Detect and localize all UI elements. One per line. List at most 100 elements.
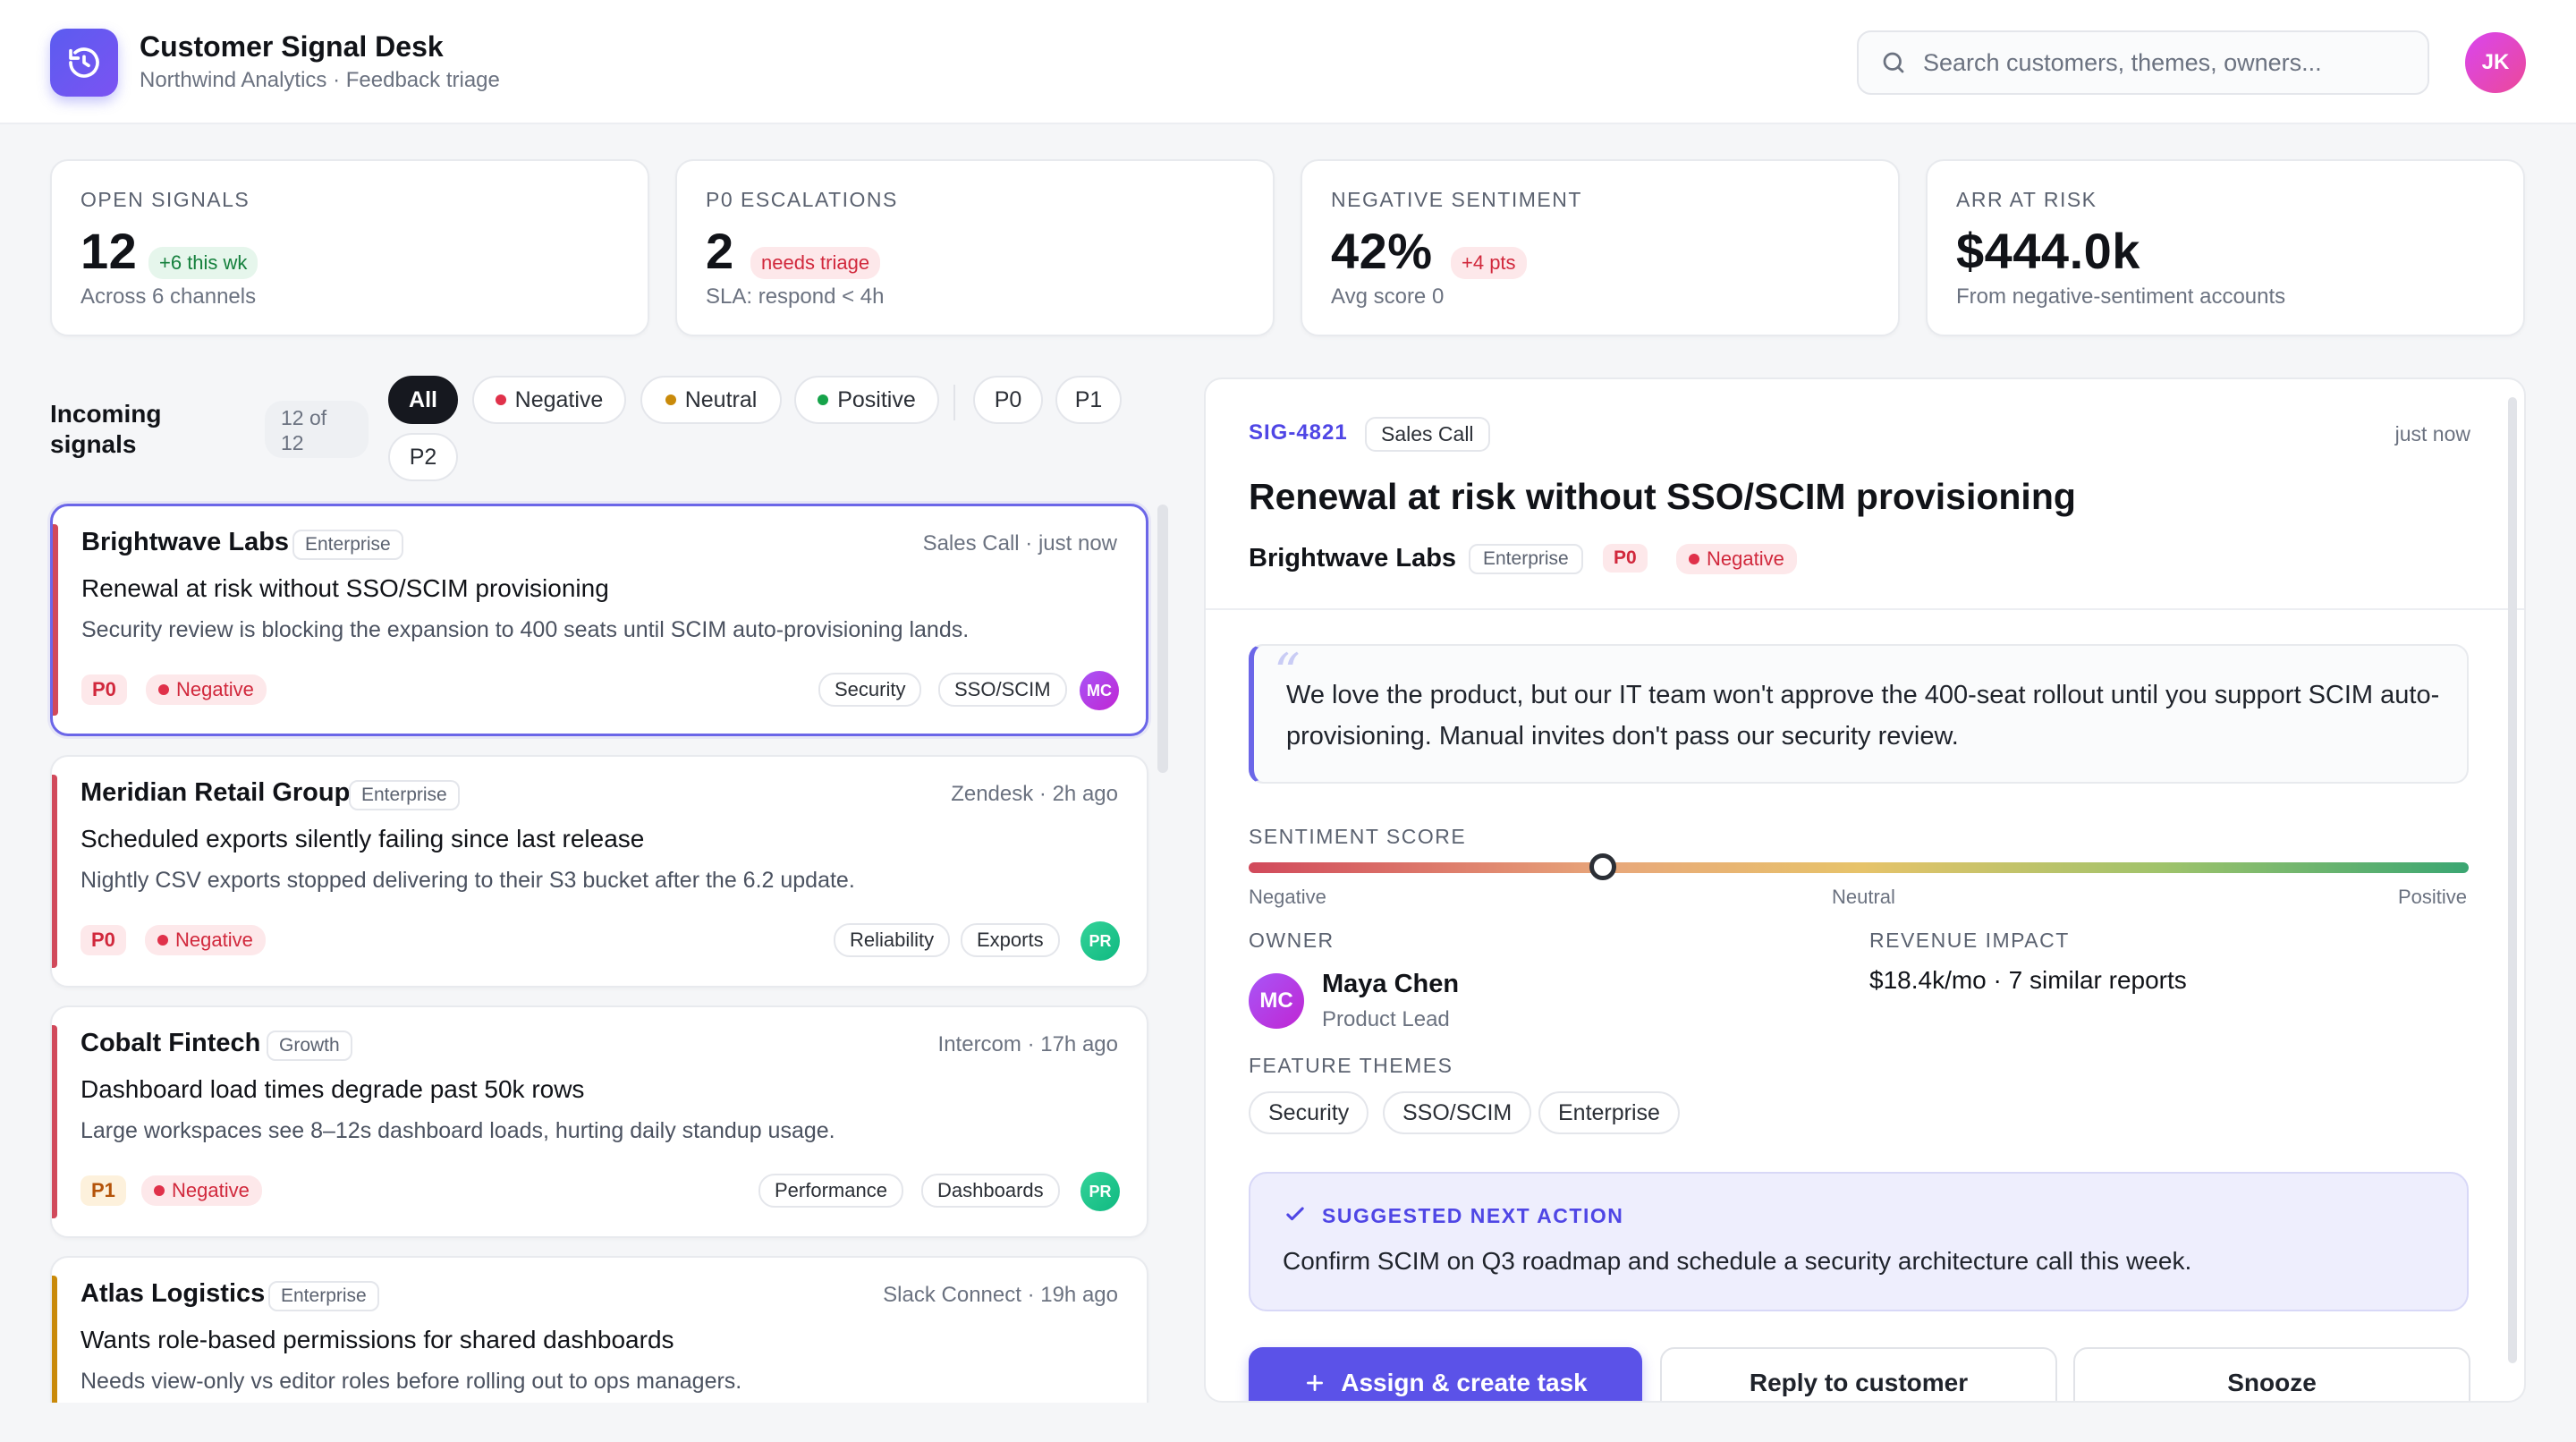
sentiment-label: Negative <box>1707 547 1784 570</box>
filter-p2[interactable]: P2 <box>388 433 458 481</box>
list-scrollbar[interactable] <box>1157 505 1168 773</box>
priority-badge: P0 <box>81 674 127 705</box>
stat-card-p0-escalations: P0 ESCALATIONS 2 needs triage SLA: respo… <box>675 159 1275 336</box>
filter-p0[interactable]: P0 <box>973 376 1043 424</box>
signal-description: Large workspaces see 8–12s dashboard loa… <box>80 1118 835 1143</box>
search-box[interactable] <box>1857 30 2429 95</box>
tier-badge: Enterprise <box>292 530 403 560</box>
stat-value: 2 <box>706 223 734 279</box>
signal-card[interactable]: Cobalt Fintech Growth Intercom · 17h ago… <box>50 1005 1148 1238</box>
priority-badge: P0 <box>80 925 126 955</box>
stat-card-negative-sentiment: NEGATIVE SENTIMENT 42% +4 pts Avg score … <box>1301 159 1900 336</box>
company-name: Cobalt Fintech <box>80 1029 261 1057</box>
signal-description: Nightly CSV exports stopped delivering t… <box>80 868 855 893</box>
signal-detail-panel: SIG-4821 Sales Call just now Renewal at … <box>1204 377 2526 1403</box>
priority-badge: P1 <box>80 1175 126 1206</box>
signal-card[interactable]: Atlas Logistics Enterprise Slack Connect… <box>50 1256 1148 1403</box>
filter-label: P0 <box>994 386 1022 412</box>
stat-value: $444.0k <box>1956 223 2140 279</box>
sentiment-label: Negative <box>172 1179 250 1201</box>
stat-sub: SLA: respond < 4h <box>706 284 885 309</box>
scale-label-neutral: Neutral <box>1832 886 1895 908</box>
negative-dot-icon <box>1689 554 1699 564</box>
filter-negative[interactable]: Negative <box>472 376 626 424</box>
stat-sub: Avg score 0 <box>1331 284 1445 309</box>
owner-name[interactable]: Maya Chen <box>1322 970 1459 999</box>
plus-icon <box>1307 1375 1324 1391</box>
time-label: · just now <box>1025 531 1117 556</box>
stat-trend-badge: +4 pts <box>1451 247 1527 279</box>
signal-description: Security review is blocking the expansio… <box>81 617 970 642</box>
suggested-action: SUGGESTED NEXT ACTION Confirm SCIM on Q3… <box>1249 1172 2469 1311</box>
sentiment-scale-bar <box>1249 862 2469 873</box>
filter-neutral[interactable]: Neutral <box>640 376 782 424</box>
detail-title: Renewal at risk without SSO/SCIM provisi… <box>1249 476 2076 517</box>
stat-value: 12 <box>80 223 138 279</box>
detail-company[interactable]: Brightwave Labs <box>1249 544 1456 573</box>
filter-label: Neutral <box>684 386 758 412</box>
signal-card[interactable]: Meridian Retail Group Enterprise Zendesk… <box>50 755 1148 988</box>
stat-card-open-signals: OPEN SIGNALS 12 +6 this wk Across 6 chan… <box>50 159 649 336</box>
app-logo <box>50 29 118 97</box>
stat-label: P0 ESCALATIONS <box>706 188 898 211</box>
detail-time: just now <box>2394 422 2470 445</box>
source-label: Slack Connect <box>883 1283 1021 1307</box>
customer-quote: “ We love the product, but our IT team w… <box>1249 642 2469 784</box>
divider <box>1206 608 2524 610</box>
time-label: · 17h ago <box>1027 1032 1118 1056</box>
scale-label-positive: Positive <box>2397 886 2467 908</box>
revenue-impact-label: REVENUE IMPACT <box>1869 929 2070 952</box>
signal-card[interactable]: Brightwave Labs Enterprise Sales Call · … <box>50 504 1148 736</box>
tier-badge: Enterprise <box>349 780 460 810</box>
search-icon <box>1883 52 1904 73</box>
revenue-impact-value: $18.4k/mo · 7 similar reports <box>1869 966 2187 994</box>
filter-label: All <box>409 386 437 412</box>
source-label: Sales Call <box>922 531 1020 556</box>
sentiment-badge: Negative <box>146 674 267 705</box>
owner-avatar: MC <box>1249 973 1304 1029</box>
source-time: Intercom · 17h ago <box>938 1032 1118 1057</box>
theme-tag: Security <box>818 673 922 707</box>
theme-chip[interactable]: SSO/SCIM <box>1383 1091 1532 1134</box>
search-input[interactable] <box>1923 48 2406 77</box>
stat-sub: Across 6 channels <box>80 284 257 309</box>
neutral-dot-icon <box>665 394 676 405</box>
signal-title: Dashboard load times degrade past 50k ro… <box>80 1075 585 1103</box>
filter-p1[interactable]: P1 <box>1055 376 1122 424</box>
theme-tag: Dashboards <box>921 1174 1060 1208</box>
stat-label: NEGATIVE SENTIMENT <box>1331 188 1582 211</box>
sentiment-marker <box>1589 853 1616 880</box>
feature-themes-label: FEATURE THEMES <box>1249 1054 1453 1077</box>
signal-title: Wants role-based permissions for shared … <box>80 1326 674 1353</box>
button-label: Assign & create task <box>1341 1369 1588 1396</box>
filter-positive[interactable]: Positive <box>794 376 939 424</box>
theme-chip[interactable]: Security <box>1249 1091 1369 1134</box>
user-avatar[interactable]: JK <box>2465 32 2526 93</box>
stat-label: ARR AT RISK <box>1956 188 2097 211</box>
assign-task-button[interactable]: Assign & create task <box>1249 1347 1642 1401</box>
suggested-action-label: SUGGESTED NEXT ACTION <box>1322 1204 1624 1227</box>
owner-avatar: PR <box>1080 921 1120 961</box>
button-label: Reply to customer <box>1749 1369 1969 1396</box>
theme-chip[interactable]: Enterprise <box>1538 1091 1680 1134</box>
theme-tag: Exports <box>961 923 1060 957</box>
signal-id: SIG-4821 <box>1249 420 1348 445</box>
filter-all[interactable]: All <box>388 376 458 424</box>
time-label: · 2h ago <box>1038 782 1118 806</box>
stat-label: OPEN SIGNALS <box>80 188 250 211</box>
negative-dot-icon <box>154 1185 165 1196</box>
app-header: Customer Signal Desk Northwind Analytics… <box>0 0 2576 124</box>
reply-button[interactable]: Reply to customer <box>1660 1347 2057 1401</box>
sentiment-bar <box>52 775 57 968</box>
filter-label: P2 <box>409 444 437 470</box>
snooze-button[interactable]: Snooze <box>2073 1347 2470 1401</box>
source-label: Intercom <box>937 1032 1021 1056</box>
history-icon <box>69 47 99 78</box>
check-icon <box>1286 1207 1304 1221</box>
tier-badge: Growth <box>267 1031 352 1061</box>
theme-tag: Performance <box>758 1174 903 1208</box>
signal-list[interactable]: Brightwave Labs Enterprise Sales Call · … <box>0 501 1163 1403</box>
stat-trend-badge: needs triage <box>750 247 881 279</box>
source-time: Zendesk · 2h ago <box>951 782 1118 807</box>
detail-scrollbar[interactable] <box>2508 397 2517 1363</box>
